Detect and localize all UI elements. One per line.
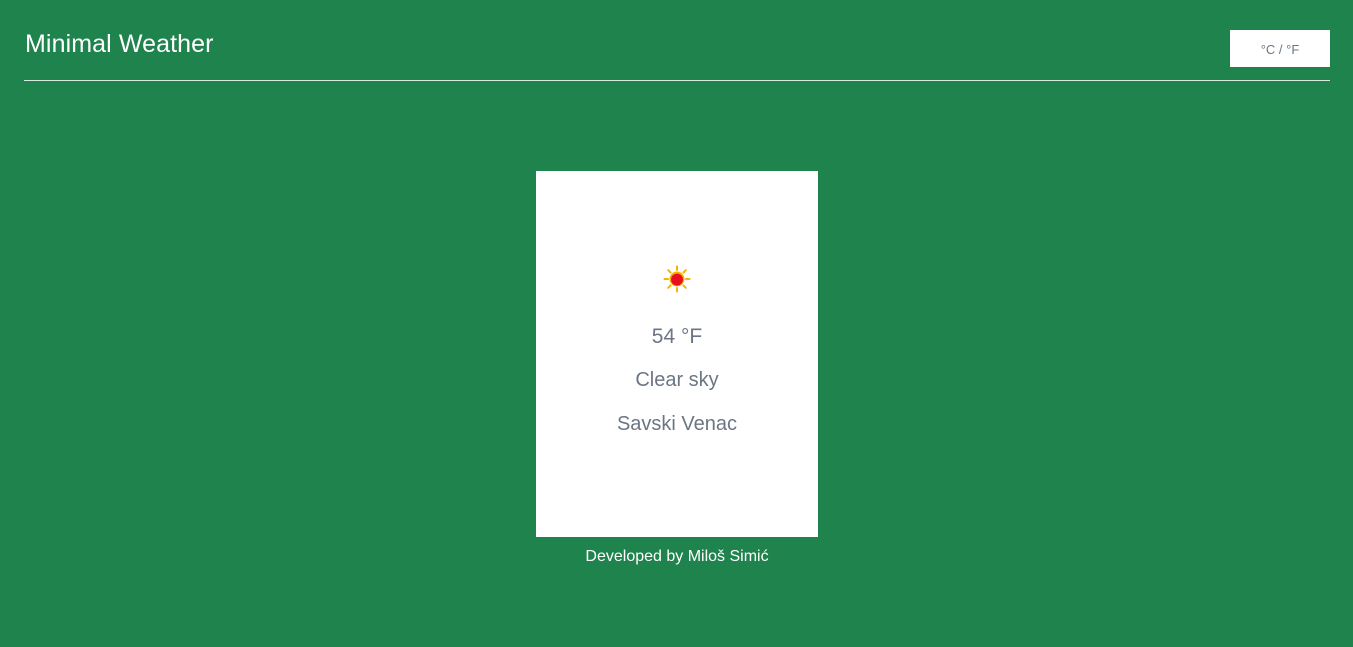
weather-description: Clear sky	[635, 369, 719, 391]
sun-icon	[663, 265, 691, 293]
author-link[interactable]: Miloš Simić	[688, 548, 769, 565]
app-header: Minimal Weather °C / °F	[24, 0, 1330, 81]
location-name: Savski Venac	[616, 413, 738, 435]
footer-credit-prefix: Developed by	[585, 548, 688, 565]
temperature-value: 54 °F	[651, 325, 703, 348]
footer-credit: Developed by Miloš Simić	[536, 548, 818, 566]
weather-card: 54 °F Clear sky Savski Venac	[536, 171, 818, 537]
app-title: Minimal Weather	[25, 30, 214, 58]
unit-toggle-button[interactable]: °C / °F	[1230, 30, 1330, 67]
